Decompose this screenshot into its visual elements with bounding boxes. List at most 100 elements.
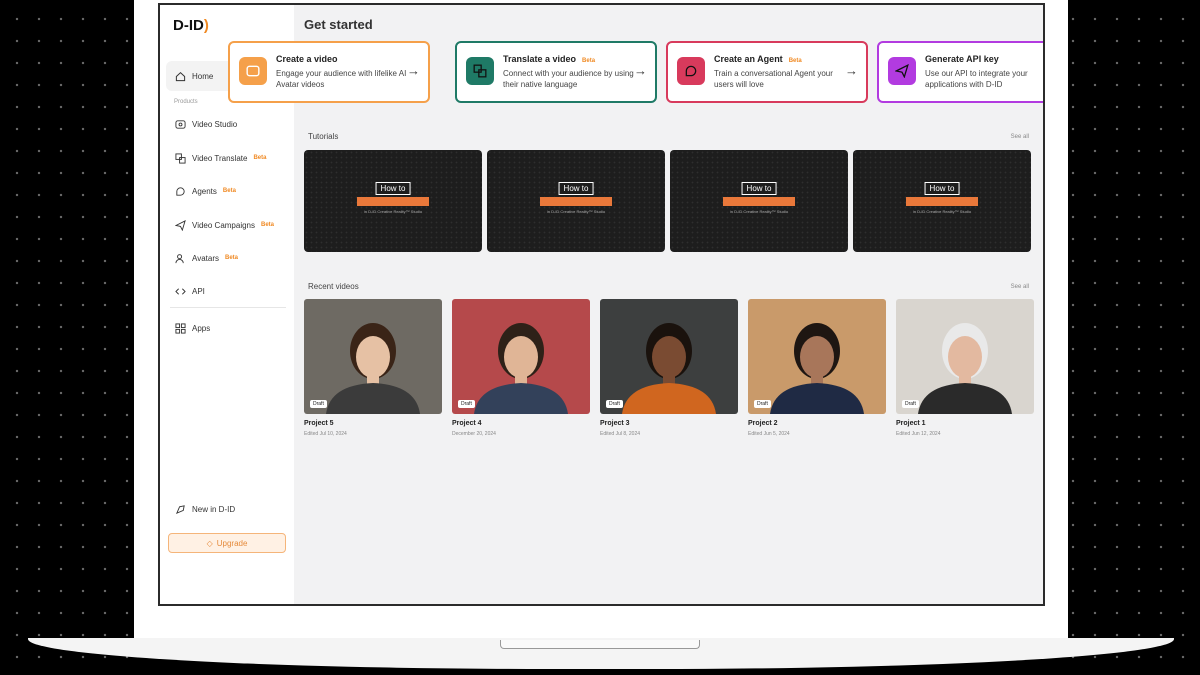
tutorial-highlight-bar xyxy=(540,197,612,206)
get-started-card[interactable]: Create an Agent Beta Train a conversationa… xyxy=(666,41,868,103)
tutorial-card[interactable]: How to in D-ID Creative Reality™ Studio xyxy=(487,150,665,252)
video-title: Project 2 xyxy=(748,420,778,427)
beta-badge: Beta xyxy=(261,222,275,228)
upgrade-button[interactable]: ◇ Upgrade xyxy=(168,533,286,553)
page-title: Get started xyxy=(304,17,373,32)
video-thumbnail[interactable]: Draft xyxy=(748,299,886,414)
card-description: Engage your audience with lifelike AI Av… xyxy=(276,69,407,89)
arrow-right-icon: → xyxy=(407,63,420,78)
video-card[interactable]: Draft Project 4 December 20, 2024 xyxy=(452,299,590,437)
agent-icon xyxy=(677,57,705,85)
card-description: Train a conversational Agent your users … xyxy=(714,69,833,89)
tutorial-highlight-bar xyxy=(357,197,429,206)
sidebar-item-agents[interactable]: Agents Beta xyxy=(174,182,236,200)
draft-badge: Draft xyxy=(310,400,327,408)
upgrade-label: Upgrade xyxy=(216,538,248,548)
video-date: December 20, 2024 xyxy=(452,431,496,437)
send-icon xyxy=(174,219,186,231)
avatar-icon xyxy=(174,252,186,264)
tutorial-subtitle: in D-ID Creative Reality™ Studio xyxy=(729,209,789,214)
sidebar-item-apps[interactable]: Apps xyxy=(174,319,210,337)
video-date: Edited Jul 8, 2024 xyxy=(600,431,641,437)
video-thumbnail[interactable]: Draft xyxy=(304,299,442,414)
beta-badge: Beta xyxy=(224,255,238,261)
get-started-card[interactable]: Create a video Engage your audience with … xyxy=(228,41,430,103)
main-content: Get started Create a video Engage your au… xyxy=(228,5,1043,604)
video-thumbnail[interactable]: Draft xyxy=(600,299,738,414)
video-date: Edited Jul 10, 2024 xyxy=(304,431,347,437)
sidebar-item-label: API xyxy=(192,286,205,296)
video-card[interactable]: Draft Project 2 Edited Jun 5, 2024 xyxy=(748,299,886,437)
draft-badge: Draft xyxy=(902,400,919,408)
sidebar-item-label: Video Translate xyxy=(192,153,248,163)
tutorial-howto-label: How to xyxy=(741,182,777,195)
tutorial-card[interactable]: How to in D-ID Creative Reality™ Studio xyxy=(670,150,848,252)
new-in-did-link[interactable]: New in D-ID xyxy=(174,500,235,518)
video-title: Project 5 xyxy=(304,420,334,427)
get-started-card[interactable]: Translate a video Beta Connect with your a… xyxy=(455,41,657,103)
get-started-card[interactable]: Generate API key Use our API to integrate… xyxy=(877,41,1043,103)
video-title: Project 1 xyxy=(896,420,926,427)
draft-badge: Draft xyxy=(458,400,475,408)
video-title: Project 4 xyxy=(452,420,482,427)
tutorials-see-all-link[interactable]: See all xyxy=(1011,134,1029,140)
video-title: Project 3 xyxy=(600,420,630,427)
video-card[interactable]: Draft Project 1 Edited Jun 12, 2024 xyxy=(896,299,1034,437)
code-icon xyxy=(174,285,186,297)
card-title: Translate a video Beta xyxy=(503,54,596,64)
translate-icon xyxy=(174,152,186,164)
draft-badge: Draft xyxy=(754,400,771,408)
video-card[interactable]: Draft Project 5 Edited Jul 10, 2024 xyxy=(304,299,442,437)
video-icon xyxy=(174,118,186,130)
sidebar-item-label: Apps xyxy=(192,323,211,333)
card-description: Use our API to integrate your applicatio… xyxy=(925,69,1028,89)
video-icon xyxy=(239,57,267,85)
tutorials-title: Tutorials xyxy=(308,132,339,141)
beta-badge: Beta xyxy=(582,58,596,64)
grid-icon xyxy=(174,322,186,334)
card-title: Generate API key xyxy=(925,54,999,64)
video-thumbnail[interactable]: Draft xyxy=(896,299,1034,414)
sidebar-item-avatars[interactable]: Avatars Beta xyxy=(174,249,238,267)
beta-badge: Beta xyxy=(222,188,236,194)
recent-videos-title: Recent videos xyxy=(308,282,359,291)
draft-badge: Draft xyxy=(606,400,623,408)
card-title: Create an Agent Beta xyxy=(714,54,802,64)
tutorial-subtitle: in D-ID Creative Reality™ Studio xyxy=(363,209,423,214)
sidebar-divider xyxy=(170,307,286,308)
tutorial-highlight-bar xyxy=(723,197,795,206)
sidebar-item-label: Video Studio xyxy=(192,119,238,129)
tutorial-howto-label: How to xyxy=(558,182,594,195)
tutorial-card[interactable]: How to in D-ID Creative Reality™ Studio xyxy=(853,150,1031,252)
tutorial-card[interactable]: How to in D-ID Creative Reality™ Studio xyxy=(304,150,482,252)
video-date: Edited Jun 12, 2024 xyxy=(896,431,941,437)
agent-icon xyxy=(174,185,186,197)
tutorial-subtitle: in D-ID Creative Reality™ Studio xyxy=(546,209,606,214)
sidebar-item-label: Avatars xyxy=(192,253,219,263)
app-window: D-ID) Home Products Video Studio Video T… xyxy=(158,3,1045,606)
beta-badge: Beta xyxy=(788,58,802,64)
tutorial-highlight-bar xyxy=(906,197,978,206)
sidebar-item-label: Video Campaigns xyxy=(192,220,256,230)
video-thumbnail[interactable]: Draft xyxy=(452,299,590,414)
video-card[interactable]: Draft Project 3 Edited Jul 8, 2024 xyxy=(600,299,738,437)
translate-icon xyxy=(466,57,494,85)
sidebar-item-video-studio[interactable]: Video Studio xyxy=(174,115,237,133)
sidebar-item-label: Home xyxy=(192,71,214,81)
beta-badge: Beta xyxy=(253,155,267,161)
sidebar-item-video-campaigns[interactable]: Video Campaigns Beta xyxy=(174,216,274,234)
sidebar-item-label: Agents xyxy=(192,186,217,196)
card-title: Create a video xyxy=(276,54,338,64)
tutorial-howto-label: How to xyxy=(375,182,411,195)
sparkle-icon xyxy=(174,503,186,515)
home-icon xyxy=(174,70,186,82)
sidebar-item-video-translate[interactable]: Video Translate Beta xyxy=(174,149,266,167)
send-icon xyxy=(888,57,916,85)
recent-videos-see-all-link[interactable]: See all xyxy=(1011,284,1029,290)
arrow-right-icon: → xyxy=(845,63,858,78)
brand-logo[interactable]: D-ID) xyxy=(173,17,209,34)
arrow-right-icon: → xyxy=(634,63,647,78)
laptop-notch xyxy=(500,640,700,649)
video-date: Edited Jun 5, 2024 xyxy=(748,431,790,437)
sidebar-item-api[interactable]: API xyxy=(174,282,205,300)
